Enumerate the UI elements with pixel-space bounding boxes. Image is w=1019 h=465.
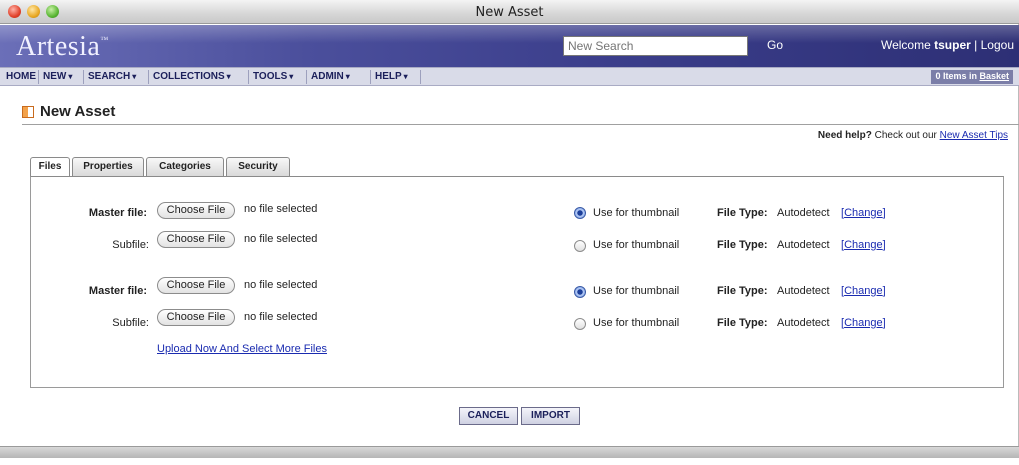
nav-divider bbox=[148, 70, 149, 84]
main-nav: HOME NEW ▾ SEARCH ▾ COLLECTIONS ▾ TOOLS ▾ AD… bbox=[0, 67, 1019, 86]
go-button[interactable]: Go bbox=[767, 38, 783, 52]
thumbnail-radio-label: Use for thumbnail bbox=[593, 285, 680, 297]
title-divider bbox=[22, 124, 1019, 125]
nav-divider bbox=[306, 70, 307, 84]
thumbnail-radio-label: Use for thumbnail bbox=[593, 239, 680, 251]
upload-more-files-link[interactable]: Upload Now And Select More Files bbox=[157, 343, 327, 355]
file-type-label: File Type: bbox=[717, 285, 768, 297]
file-status: no file selected bbox=[244, 279, 318, 291]
change-file-type-link[interactable]: [Change] bbox=[841, 285, 886, 297]
change-file-type-link[interactable]: [Change] bbox=[841, 207, 886, 219]
nav-divider bbox=[370, 70, 371, 84]
thumbnail-radio[interactable] bbox=[574, 318, 586, 330]
change-link-text: Change bbox=[844, 239, 883, 251]
welcome-area: Welcome tsuper | Logou bbox=[881, 38, 1014, 52]
choose-file-button[interactable]: Choose File bbox=[157, 309, 235, 326]
chevron-down-icon: ▾ bbox=[68, 72, 73, 81]
help-text: Need help? Check out our New Asset Tips bbox=[818, 130, 1008, 141]
thumbnail-radio[interactable] bbox=[574, 240, 586, 252]
chevron-down-icon: ▾ bbox=[132, 72, 137, 81]
chevron-down-icon: ▾ bbox=[226, 72, 231, 81]
nav-help[interactable]: HELP ▾ bbox=[375, 71, 408, 82]
welcome-text: Welcome bbox=[880, 38, 931, 52]
nav-admin[interactable]: ADMIN ▾ bbox=[311, 71, 350, 82]
basket-link[interactable]: Basket bbox=[979, 71, 1009, 81]
asset-icon bbox=[22, 106, 34, 118]
window-titlebar: New Asset bbox=[0, 0, 1019, 24]
file-status: no file selected bbox=[244, 203, 318, 215]
username: tsuper bbox=[934, 38, 971, 52]
thumbnail-radio[interactable] bbox=[574, 207, 586, 219]
subfile-label: Subfile: bbox=[112, 239, 149, 251]
master-file-label: Master file: bbox=[88, 285, 147, 297]
chevron-down-icon: ▾ bbox=[403, 72, 408, 81]
file-type-label: File Type: bbox=[717, 207, 768, 219]
logout-link[interactable]: Logou bbox=[981, 38, 1014, 52]
file-type-value: Autodetect bbox=[777, 285, 830, 297]
welcome-separator: | bbox=[974, 38, 978, 52]
chevron-down-icon: ▾ bbox=[289, 72, 294, 81]
logo-text: Artesia bbox=[16, 31, 101, 62]
window-title: New Asset bbox=[475, 5, 544, 20]
nav-collections-label: COLLECTIONS bbox=[153, 71, 225, 82]
change-link-text: Change bbox=[844, 285, 883, 297]
basket-count: 0 Items in bbox=[935, 71, 977, 81]
nav-tools[interactable]: TOOLS ▾ bbox=[253, 71, 293, 82]
change-link-text: Change bbox=[844, 317, 883, 329]
tab-categories[interactable]: Categories bbox=[146, 157, 224, 176]
nav-divider bbox=[83, 70, 84, 84]
file-type-value: Autodetect bbox=[777, 239, 830, 251]
page-title: New Asset bbox=[40, 103, 116, 120]
new-asset-tips-link[interactable]: New Asset Tips bbox=[940, 130, 1008, 141]
artesia-logo: Artesia™ bbox=[16, 31, 109, 63]
file-type-label: File Type: bbox=[717, 239, 768, 251]
choose-file-button[interactable]: Choose File bbox=[157, 202, 235, 219]
nav-new-label: NEW bbox=[43, 71, 67, 82]
search-input[interactable] bbox=[563, 36, 748, 56]
thumbnail-radio[interactable] bbox=[574, 286, 586, 298]
nav-collections[interactable]: COLLECTIONS ▾ bbox=[153, 71, 231, 82]
file-type-value: Autodetect bbox=[777, 207, 830, 219]
change-link-text: Change bbox=[844, 207, 883, 219]
cancel-button[interactable]: CANCEL bbox=[459, 407, 518, 425]
thumbnail-radio-label: Use for thumbnail bbox=[593, 207, 680, 219]
basket-indicator: 0 Items in Basket bbox=[931, 70, 1013, 84]
help-prefix: Need help? bbox=[817, 130, 872, 141]
subfile-label: Subfile: bbox=[112, 317, 149, 329]
nav-divider bbox=[38, 70, 39, 84]
change-file-type-link[interactable]: [Change] bbox=[841, 317, 886, 329]
help-body: Check out our bbox=[874, 130, 937, 141]
file-status: no file selected bbox=[244, 311, 318, 323]
tab-properties[interactable]: Properties bbox=[72, 157, 144, 176]
nav-home-label: HOME bbox=[6, 71, 36, 82]
nav-help-label: HELP bbox=[375, 71, 402, 82]
nav-divider bbox=[420, 70, 421, 84]
thumbnail-radio-label: Use for thumbnail bbox=[593, 317, 680, 329]
nav-admin-label: ADMIN bbox=[311, 71, 344, 82]
trademark-mark: ™ bbox=[100, 35, 109, 44]
file-status: no file selected bbox=[244, 233, 318, 245]
tab-files[interactable]: Files bbox=[30, 157, 70, 177]
nav-search-label: SEARCH bbox=[88, 71, 131, 82]
nav-tools-label: TOOLS bbox=[253, 71, 288, 82]
choose-file-button[interactable]: Choose File bbox=[157, 277, 235, 294]
nav-divider bbox=[248, 70, 249, 84]
brand-header: Artesia™ bbox=[0, 25, 1019, 67]
import-button[interactable]: IMPORT bbox=[521, 407, 580, 425]
window-bottom-bar bbox=[0, 446, 1019, 458]
nav-search[interactable]: SEARCH ▾ bbox=[88, 71, 136, 82]
file-type-value: Autodetect bbox=[777, 317, 830, 329]
change-file-type-link[interactable]: [Change] bbox=[841, 239, 886, 251]
file-type-label: File Type: bbox=[717, 317, 768, 329]
chevron-down-icon: ▾ bbox=[345, 72, 350, 81]
master-file-label: Master file: bbox=[88, 207, 147, 219]
browser-window: New Asset Artesia™ Go Welcome tsuper | L… bbox=[0, 0, 1019, 458]
tab-security[interactable]: Security bbox=[226, 157, 290, 176]
choose-file-button[interactable]: Choose File bbox=[157, 231, 235, 248]
nav-new[interactable]: NEW ▾ bbox=[43, 71, 72, 82]
nav-home[interactable]: HOME bbox=[6, 71, 36, 82]
